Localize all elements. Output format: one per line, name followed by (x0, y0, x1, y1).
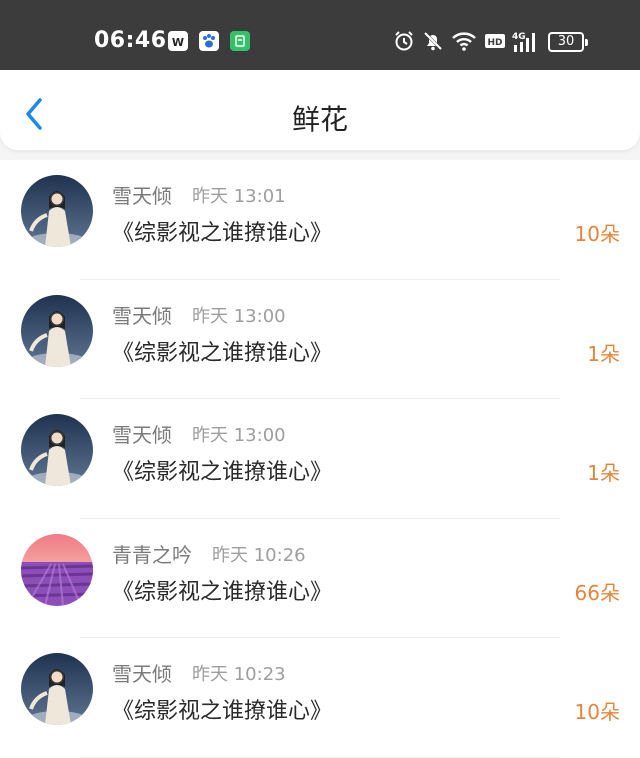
book-title[interactable]: 《综影视之谁撩谁心》 (112, 574, 332, 606)
status-time: 06:46 (94, 28, 167, 53)
user-name[interactable]: 雪天倾 (112, 419, 172, 448)
book-title[interactable]: 《综影视之谁撩谁心》 (112, 693, 332, 725)
battery-indicator: 30 (548, 32, 588, 52)
wps-icon: W (168, 31, 188, 51)
user-name[interactable]: 雪天倾 (112, 300, 172, 329)
user-name[interactable]: 雪天倾 (112, 658, 172, 687)
avatar[interactable] (21, 533, 93, 606)
list-item[interactable]: 雪天倾 昨天 13:00 《综影视之谁撩谁心》 1朵 (0, 399, 640, 519)
user-name[interactable]: 青青之吟 (112, 539, 192, 568)
book-title[interactable]: 《综影视之谁撩谁心》 (112, 454, 332, 486)
baidu-paw-icon (199, 31, 219, 51)
timestamp: 昨天 13:01 (192, 186, 286, 207)
timestamp: 昨天 13:00 (192, 305, 286, 327)
flower-count: 1朵 (587, 341, 620, 366)
green-app-icon (230, 31, 250, 51)
flower-count: 1朵 (587, 461, 620, 485)
list-item[interactable]: 雪天倾 昨天 13:01 《综影视之谁撩谁心》 10朵 (0, 160, 640, 280)
hd-icon: HD (485, 34, 505, 48)
user-name[interactable]: 雪天倾 (112, 180, 172, 209)
flower-count: 66朵 (574, 580, 620, 605)
svg-text:HD: HD (487, 38, 502, 48)
book-title[interactable]: 《综影视之谁撩谁心》 (112, 335, 332, 367)
list-item[interactable]: 雪天倾 昨天 10:23 《综影视之谁撩谁心》 10朵 (0, 638, 640, 758)
page-title: 鲜花 (291, 103, 348, 136)
alarm-icon (395, 31, 413, 51)
avatar[interactable] (21, 175, 93, 247)
timestamp: 昨天 10:26 (212, 544, 306, 566)
header-bar: 鲜花 (0, 70, 640, 150)
list-item[interactable]: 雪天倾 昨天 13:00 《综影视之谁撩谁心》 1朵 (0, 279, 640, 399)
list-item[interactable]: 青青之吟 昨天 10:26 《综影视之谁撩谁心》 66朵 (0, 518, 640, 638)
timestamp: 昨天 13:00 (192, 425, 286, 446)
mute-bell-icon (423, 31, 443, 51)
flower-count: 10朵 (574, 700, 620, 724)
wifi-icon (452, 32, 476, 51)
svg-text:4G: 4G (512, 32, 526, 42)
signal-4g-icon: 4G (512, 32, 535, 52)
timestamp: 昨天 10:23 (192, 664, 286, 685)
divider (80, 756, 560, 758)
status-bar: 06:46 W HD 4G 30 (0, 0, 640, 70)
flower-count: 10朵 (574, 222, 620, 246)
book-title[interactable]: 《综影视之谁撩谁心》 (112, 215, 332, 247)
avatar[interactable] (21, 653, 93, 725)
avatar[interactable] (21, 414, 93, 486)
avatar[interactable] (21, 294, 93, 367)
flower-gift-list: 雪天倾 昨天 13:01 《综影视之谁撩谁心》 10朵 雪天倾 昨天 13:00… (0, 160, 640, 758)
